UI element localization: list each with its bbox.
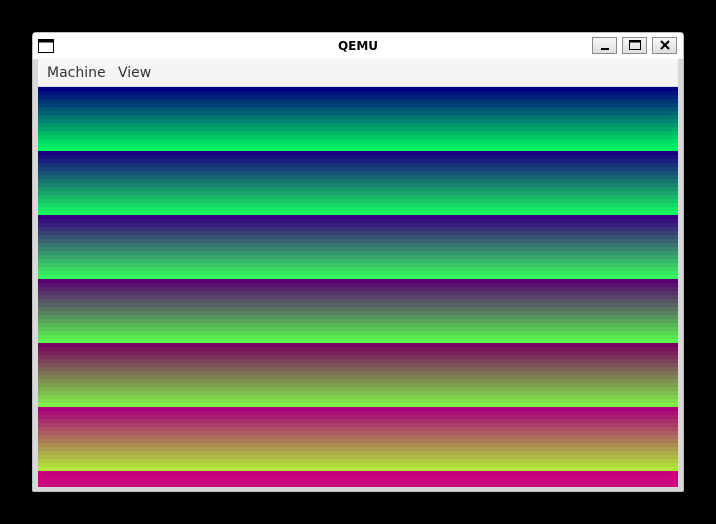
display-band bbox=[38, 471, 678, 487]
display-band bbox=[38, 151, 678, 215]
vm-display[interactable] bbox=[38, 87, 678, 487]
qemu-window: QEMU Machine View bbox=[32, 32, 684, 492]
minimize-button[interactable] bbox=[592, 37, 617, 54]
display-band bbox=[38, 87, 678, 151]
menu-view[interactable]: View bbox=[110, 59, 159, 87]
display-band bbox=[38, 407, 678, 471]
menu-machine[interactable]: Machine bbox=[39, 59, 114, 87]
close-icon bbox=[659, 40, 670, 50]
title-bar[interactable]: QEMU bbox=[33, 33, 683, 60]
window-title: QEMU bbox=[337, 39, 379, 53]
close-button[interactable] bbox=[652, 37, 677, 54]
display-band bbox=[38, 215, 678, 279]
display-band bbox=[38, 279, 678, 343]
menu-bar: Machine View bbox=[38, 59, 678, 87]
maximize-button[interactable] bbox=[622, 37, 647, 54]
minimize-icon bbox=[600, 48, 609, 50]
display-band bbox=[38, 343, 678, 407]
maximize-icon bbox=[628, 40, 641, 50]
